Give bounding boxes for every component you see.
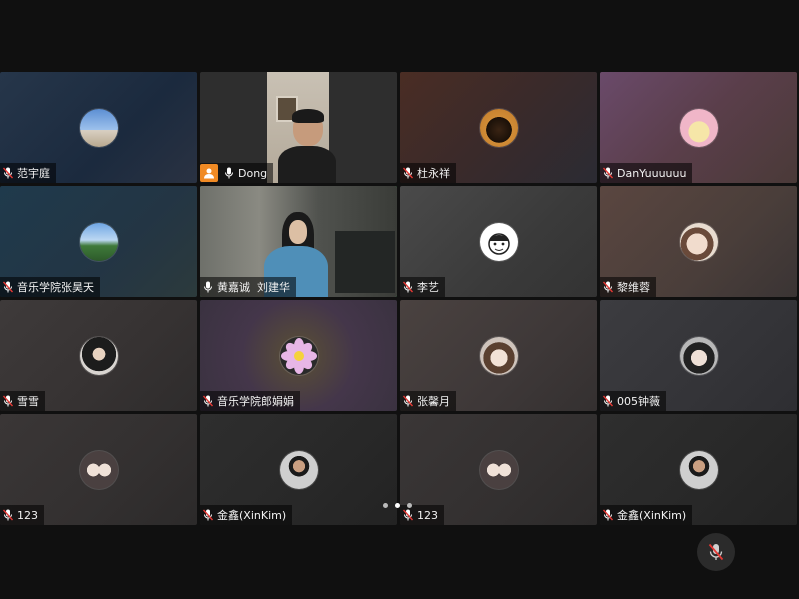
participant-label: 005钟薇 <box>600 391 666 411</box>
mic-muted-icon <box>203 395 213 407</box>
participant-label: 123 <box>0 505 44 525</box>
participant-tile[interactable]: DanYuuuuuu <box>600 72 797 183</box>
participant-name: 005钟薇 <box>617 395 660 408</box>
participant-name: 123 <box>417 508 438 522</box>
participant-name: 黄嘉诚 刘建华 <box>217 281 290 294</box>
page-dot-current[interactable] <box>395 503 400 508</box>
participant-label: 张馨月 <box>400 391 456 411</box>
mic-muted-icon <box>3 395 13 407</box>
anime-girl-avatar <box>479 336 518 375</box>
mic-muted-icon <box>603 509 613 521</box>
mic-muted-icon <box>603 395 613 407</box>
participant-tile[interactable]: 音乐学院郎娟娟 <box>200 300 397 411</box>
man-photo-avatar <box>279 450 318 489</box>
participant-label: 123 <box>400 505 444 525</box>
participant-label: 黎维蓉 <box>600 277 656 297</box>
landscape-avatar <box>79 222 118 261</box>
participant-tile[interactable]: 音乐学院张昊天 <box>0 186 197 297</box>
cartoon-dog-avatar <box>679 108 718 147</box>
participant-name: 金鑫(XinKim) <box>617 509 687 522</box>
participant-label: 音乐学院郎娟娟 <box>200 391 300 411</box>
participant-tile[interactable]: 黄嘉诚 刘建华 <box>200 186 397 297</box>
mic-icon <box>225 167 233 179</box>
participant-name: 音乐学院张昊天 <box>17 281 94 294</box>
participant-tile[interactable]: 张馨月 <box>400 300 597 411</box>
mic-muted-icon <box>403 509 413 521</box>
participant-label: 雪雪 <box>0 391 45 411</box>
mic-muted-icon <box>603 281 613 293</box>
mic-icon <box>204 281 212 293</box>
participant-label: Dong <box>200 163 274 183</box>
participant-tile[interactable]: 123 <box>0 414 197 525</box>
participant-name: 范宇庭 <box>17 167 50 180</box>
piano-avatar <box>479 108 518 147</box>
page-dot[interactable] <box>383 503 388 508</box>
anime-avatar <box>679 222 718 261</box>
participant-label: 杜永祥 <box>400 163 456 183</box>
mic-muted-icon <box>3 509 13 521</box>
participant-grid: 范宇庭 Dong 杜永祥 DanYuuuuuu 音乐学院张昊天 黄嘉诚 刘建华 … <box>0 72 797 525</box>
participant-label: 音乐学院张昊天 <box>0 277 100 297</box>
participant-name: 雪雪 <box>17 395 39 408</box>
girl-photo-avatar <box>79 336 118 375</box>
mute-button[interactable] <box>697 533 735 571</box>
cartoon-face-avatar <box>479 222 518 261</box>
participant-tile[interactable]: Dong <box>200 72 397 183</box>
flower-avatar <box>279 336 318 375</box>
participant-name: 杜永祥 <box>417 167 450 180</box>
sky-photo-avatar <box>79 108 118 147</box>
participant-name: 李艺 <box>417 281 439 294</box>
participant-name: Dong <box>238 166 268 180</box>
participant-name: 黎维蓉 <box>617 281 650 294</box>
mic-muted-icon <box>403 167 413 179</box>
mic-muted-icon <box>403 395 413 407</box>
man-photo-avatar <box>679 450 718 489</box>
participant-label: 金鑫(XinKim) <box>600 505 693 525</box>
participant-label: 范宇庭 <box>0 163 56 183</box>
participant-name: 张馨月 <box>417 395 450 408</box>
participant-tile[interactable]: 范宇庭 <box>0 72 197 183</box>
couple-cartoon-avatar <box>479 450 518 489</box>
participant-label: 金鑫(XinKim) <box>200 505 293 525</box>
participant-tile[interactable]: 雪雪 <box>0 300 197 411</box>
participant-name: 123 <box>17 508 38 522</box>
participant-name: 音乐学院郎娟娟 <box>217 395 294 408</box>
couple-cartoon-avatar <box>79 450 118 489</box>
participant-tile[interactable]: 李艺 <box>400 186 597 297</box>
participant-tile[interactable]: 123 <box>400 414 597 525</box>
participant-name: DanYuuuuuu <box>617 166 687 180</box>
participant-label: 黄嘉诚 刘建华 <box>200 277 296 297</box>
page-indicator[interactable] <box>383 503 412 508</box>
mic-muted-icon <box>3 281 13 293</box>
participant-tile[interactable]: 005钟薇 <box>600 300 797 411</box>
participant-tile[interactable]: 金鑫(XinKim) <box>200 414 397 525</box>
mic-muted-icon <box>403 281 413 293</box>
participant-tile[interactable]: 金鑫(XinKim) <box>600 414 797 525</box>
participant-label: DanYuuuuuu <box>600 163 693 183</box>
participant-tile[interactable]: 黎维蓉 <box>600 186 797 297</box>
mic-muted-icon <box>603 167 613 179</box>
microphone-muted-icon <box>708 543 724 561</box>
participant-name: 金鑫(XinKim) <box>217 509 287 522</box>
mic-muted-icon <box>203 509 213 521</box>
anime-boy-avatar <box>679 336 718 375</box>
page-dot[interactable] <box>407 503 412 508</box>
participant-label: 李艺 <box>400 277 445 297</box>
participant-tile[interactable]: 杜永祥 <box>400 72 597 183</box>
mic-muted-icon <box>3 167 13 179</box>
host-icon <box>200 164 218 182</box>
